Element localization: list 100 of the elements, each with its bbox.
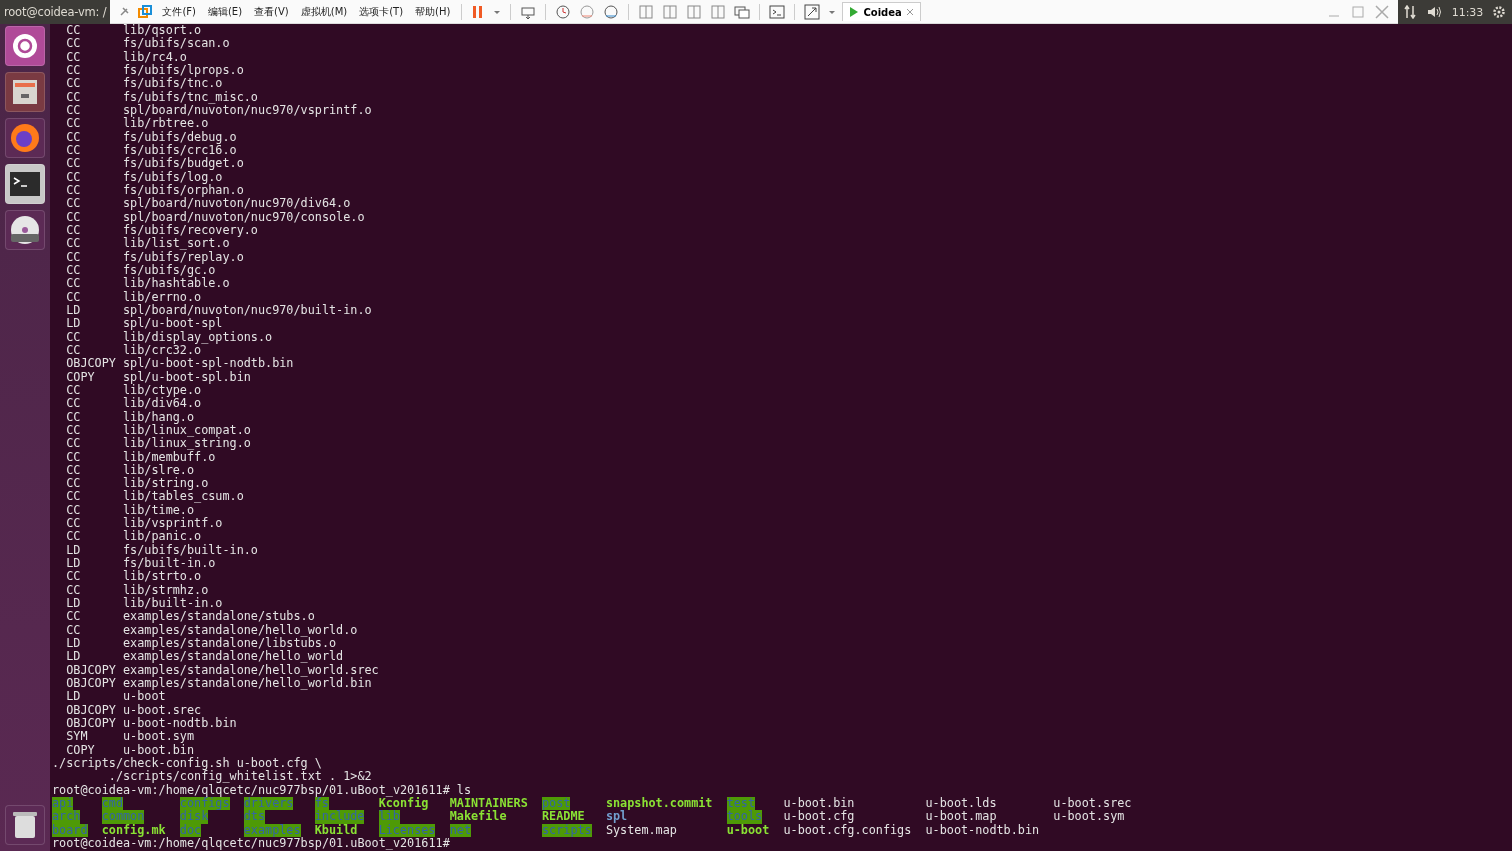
build-step: CC xyxy=(66,423,123,438)
build-step: LD xyxy=(66,317,123,331)
launcher-item[interactable] xyxy=(5,805,45,845)
menu-item[interactable]: 编辑(E) xyxy=(203,4,247,19)
file-entry: System.map xyxy=(605,823,677,837)
file-path: fs/ubifs/replay.o xyxy=(123,250,244,264)
file-path: examples/standalone/stubs.o xyxy=(123,610,315,624)
file-path: spl/board/nuvoton/nuc970/div64.o xyxy=(123,197,351,211)
launcher-item[interactable] xyxy=(5,164,45,204)
file-path: spl/u-boot-spl-nodtb.bin xyxy=(123,357,294,371)
build-step: CC xyxy=(66,583,123,598)
file-path: lib/hang.o xyxy=(123,410,195,424)
file-path: examples/standalone/hello_world xyxy=(123,650,344,664)
build-step: CC xyxy=(66,343,123,358)
build-step: OBJCOPY xyxy=(66,717,123,731)
menu-item[interactable]: 帮助(H) xyxy=(411,4,455,19)
build-step: CC xyxy=(66,250,123,264)
build-step: CC xyxy=(66,24,123,38)
file-path: fs/ubifs/log.o xyxy=(123,170,223,184)
build-step: CC xyxy=(66,437,123,451)
build-step: CC xyxy=(66,210,123,224)
file-entry: u-boot.map xyxy=(925,810,997,824)
menu-item[interactable]: 文件(F) xyxy=(158,4,200,19)
file-entry: disk xyxy=(179,810,209,824)
vm-tab[interactable]: Coidea xyxy=(842,2,921,21)
build-step: COPY xyxy=(66,743,123,758)
build-step: CC xyxy=(66,157,123,171)
build-step: CC xyxy=(66,90,123,104)
file-path: lib/qsort.o xyxy=(123,24,202,38)
launcher-item[interactable] xyxy=(5,210,45,250)
file-path: lib/membuff.o xyxy=(123,450,216,464)
file-path: lib/linux_string.o xyxy=(123,437,251,451)
file-path: lib/strmhz.o xyxy=(123,583,209,597)
menu-item[interactable]: 选项卡(T) xyxy=(355,4,408,19)
build-step: CC xyxy=(66,77,123,91)
launcher-item[interactable] xyxy=(5,26,45,66)
build-step: CC xyxy=(66,183,123,198)
file-entry: u-boot.sym xyxy=(1053,810,1125,824)
build-step: CC xyxy=(66,463,123,478)
menu-item[interactable]: 虚拟机(M) xyxy=(296,4,352,19)
file-path: fs/ubifs/orphan.o xyxy=(123,183,244,198)
build-step: LD xyxy=(66,650,123,664)
file-path: fs/built-in.o xyxy=(123,557,216,571)
build-step: CC xyxy=(66,197,123,211)
file-entry: u-boot.srec xyxy=(1053,797,1132,811)
browser-icon xyxy=(9,122,41,154)
network-icon[interactable] xyxy=(1401,3,1418,21)
file-path: lib/linux_compat.o xyxy=(123,423,251,438)
app-logo-icon[interactable] xyxy=(136,2,155,21)
file-entry: examples xyxy=(243,823,301,837)
build-step: OBJCOPY xyxy=(66,663,123,678)
file-path: lib/tables_csum.o xyxy=(123,490,244,504)
file-path: lib/errno.o xyxy=(123,290,202,304)
file-path: spl/board/nuvoton/nuc970/vsprintf.o xyxy=(123,103,372,118)
launcher-item[interactable] xyxy=(5,118,45,158)
file-path: u-boot-nodtb.bin xyxy=(123,717,237,731)
file-path: fs/ubifs/tnc_misc.o xyxy=(123,90,258,104)
file-path: u-boot.srec xyxy=(123,703,202,717)
file-entry: net xyxy=(449,823,471,837)
build-step: LD xyxy=(66,597,123,611)
file-path: lib/hashtable.o xyxy=(123,277,230,291)
build-step: LD xyxy=(66,690,123,704)
build-step: CC xyxy=(66,103,123,118)
file-path: lib/slre.o xyxy=(123,463,195,477)
menu-item[interactable]: 查看(V) xyxy=(250,4,293,19)
launcher-item[interactable] xyxy=(5,72,45,112)
file-path: fs/ubifs/built-in.o xyxy=(123,543,258,557)
file-path: lib/list_sort.o xyxy=(123,237,230,251)
build-step: CC xyxy=(66,37,123,51)
file-entry: common xyxy=(101,810,145,824)
build-step: CC xyxy=(66,610,123,624)
file-entry: test xyxy=(726,797,756,811)
terminal-line: ./scripts/config_whitelist.txt . 1>&2 xyxy=(108,770,372,784)
file-path: spl/board/nuvoton/nuc970/console.o xyxy=(123,210,365,224)
build-step: LD xyxy=(66,637,123,651)
file-path: lib/vsprintf.o xyxy=(123,517,223,531)
build-step: CC xyxy=(66,237,123,251)
file-entry: lib xyxy=(378,810,400,824)
file-path: spl/board/nuvoton/nuc970/built-in.o xyxy=(123,303,372,318)
build-step: OBJCOPY xyxy=(66,357,123,371)
file-entry: u-boot.bin xyxy=(783,797,855,811)
file-entry: u-boot.cfg.configs xyxy=(783,823,912,837)
file-path: lib/display_options.o xyxy=(123,330,273,344)
build-step: CC xyxy=(66,277,123,291)
build-step: CC xyxy=(66,64,123,78)
build-step: OBJCOPY xyxy=(66,677,123,691)
file-entry: README xyxy=(542,810,585,824)
build-step: CC xyxy=(66,383,123,398)
shell-prompt: root@coidea-vm:/home/qlqcetc/nuc977bsp/01.uBoot_v201611# xyxy=(52,837,450,851)
build-step: CC xyxy=(66,397,123,411)
file-path: examples/standalone/hello_world.bin xyxy=(123,677,372,691)
build-step: CC xyxy=(66,490,123,504)
file-path: u-boot.sym xyxy=(123,730,195,744)
fullscreen-icon[interactable] xyxy=(802,1,823,22)
file-path: spl/u-boot-spl xyxy=(123,317,223,331)
file-path: fs/ubifs/scan.o xyxy=(123,37,230,51)
disc-icon xyxy=(9,214,41,246)
file-path: fs/ubifs/gc.o xyxy=(123,263,216,278)
build-step: CC xyxy=(66,623,123,638)
file-path: spl/u-boot-spl.bin xyxy=(123,370,251,384)
